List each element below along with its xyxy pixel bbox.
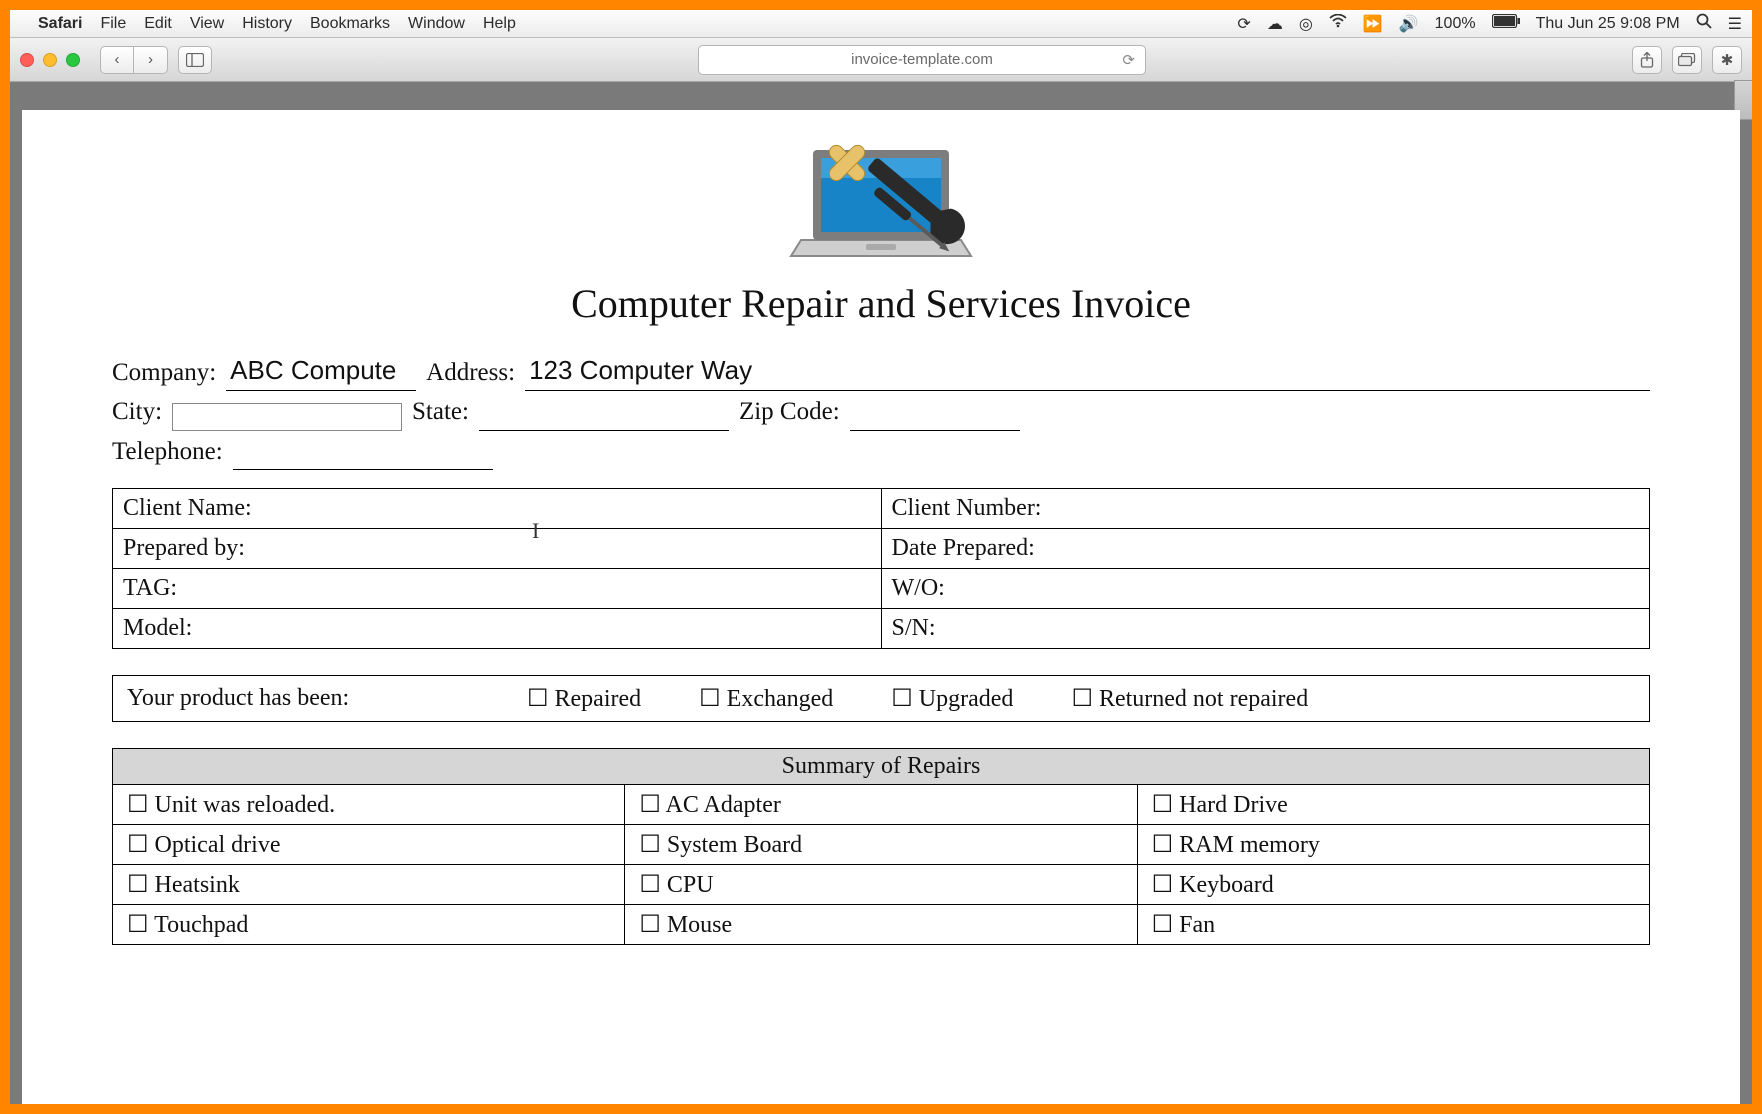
company-value[interactable]: ABC Compute [226,351,416,391]
menubar-app[interactable]: Safari [38,15,82,33]
reload-icon[interactable]: ⟳ [1122,51,1135,69]
repair-item-checkbox[interactable]: Fan [1137,905,1649,945]
zip-label: Zip Code: [739,393,840,431]
state-value[interactable] [479,405,729,431]
address-label: Address: [426,354,515,392]
target-icon[interactable]: ◎ [1299,14,1313,34]
product-status-row: Your product has been: Repaired Exchange… [112,675,1650,722]
zip-value[interactable] [850,405,1020,431]
document-page: Computer Repair and Services Invoice Com… [22,110,1740,1104]
city-input[interactable] [172,403,402,431]
cloud-icon[interactable]: ☁︎ [1267,14,1283,34]
sidebar-button[interactable] [178,46,212,74]
tag-cell[interactable]: TAG: [113,569,882,609]
share-button[interactable] [1632,46,1662,74]
menubar-item-bookmarks[interactable]: Bookmarks [310,15,390,33]
client-info-table: Client Name: Client Number: Prepared by:… [112,488,1650,649]
client-name-cell[interactable]: Client Name: [113,489,882,529]
repair-item-checkbox[interactable]: Hard Drive [1137,785,1649,825]
menubar-item-edit[interactable]: Edit [144,15,172,33]
prepared-by-cell[interactable]: Prepared by: [113,529,882,569]
repair-item-checkbox[interactable]: Heatsink [113,865,625,905]
table-row: Touchpad Mouse Fan [113,905,1650,945]
repairs-header: Summary of Repairs [113,749,1650,785]
safari-toolbar: ‹ › invoice-template.com ⟳ ✱ [10,38,1752,82]
table-row: Prepared by: Date Prepared: [113,529,1650,569]
status-repaired-checkbox[interactable]: Repaired [527,684,641,713]
close-window-button[interactable] [20,53,34,67]
date-prepared-cell[interactable]: Date Prepared: [881,529,1650,569]
repair-item-checkbox[interactable]: Optical drive [113,825,625,865]
city-label: City: [112,393,162,431]
repair-item-checkbox[interactable]: Touchpad [113,905,625,945]
menubar-item-help[interactable]: Help [483,15,516,33]
fast-forward-icon[interactable]: ⏩ [1363,14,1383,34]
table-row: Unit was reloaded. AC Adapter Hard Drive [113,785,1650,825]
status-lead: Your product has been: [127,685,527,712]
text-caret-icon: I [532,518,539,544]
sn-cell[interactable]: S/N: [881,609,1650,649]
timemachine-icon[interactable]: ⟳ [1237,14,1250,34]
doc-logo [112,132,1650,262]
address-bar[interactable]: invoice-template.com ⟳ [698,45,1146,75]
url-text: invoice-template.com [851,51,993,68]
repair-item-checkbox[interactable]: AC Adapter [625,785,1137,825]
summary-of-repairs-table: Summary of Repairs Unit was reloaded. AC… [112,748,1650,945]
battery-percent: 100% [1435,15,1476,33]
menubar-item-history[interactable]: History [242,15,292,33]
telephone-label: Telephone: [112,433,223,471]
repair-item-checkbox[interactable]: Mouse [625,905,1137,945]
status-exchanged-checkbox[interactable]: Exchanged [699,684,833,713]
table-row: Heatsink CPU Keyboard [113,865,1650,905]
mac-menubar: Safari File Edit View History Bookmarks … [10,10,1752,38]
minimize-window-button[interactable] [43,53,57,67]
notifications-icon[interactable]: ☰ [1728,14,1742,34]
wo-cell[interactable]: W/O: [881,569,1650,609]
repair-item-checkbox[interactable]: CPU [625,865,1137,905]
table-row: Model: S/N: [113,609,1650,649]
tabs-button[interactable] [1672,46,1702,74]
status-upgraded-checkbox[interactable]: Upgraded [891,684,1013,713]
company-label: Company: [112,354,216,392]
table-row: TAG: W/O: [113,569,1650,609]
forward-button[interactable]: › [134,46,168,74]
window-controls [20,53,80,67]
model-cell[interactable]: Model: [113,609,882,649]
zoom-window-button[interactable] [66,53,80,67]
repair-item-checkbox[interactable]: RAM memory [1137,825,1649,865]
battery-icon[interactable] [1492,14,1520,33]
menubar-item-file[interactable]: File [100,15,126,33]
company-header-fields: Company: ABC Compute Address: 123 Comput… [112,351,1650,470]
telephone-value[interactable] [233,444,493,470]
repair-item-checkbox[interactable]: Keyboard [1137,865,1649,905]
settings-button[interactable]: ✱ [1712,46,1742,74]
volume-icon[interactable]: 🔊 [1399,14,1419,34]
repair-item-checkbox[interactable]: Unit was reloaded. [113,785,625,825]
menubar-datetime[interactable]: Thu Jun 25 9:08 PM [1536,15,1680,33]
address-value[interactable]: 123 Computer Way [525,351,1650,391]
table-row: Client Name: Client Number: [113,489,1650,529]
menubar-item-view[interactable]: View [190,15,224,33]
state-label: State: [412,393,469,431]
doc-title: Computer Repair and Services Invoice [112,280,1650,327]
client-number-cell[interactable]: Client Number: [881,489,1650,529]
wifi-icon[interactable] [1329,14,1347,33]
back-button[interactable]: ‹ [100,46,134,74]
status-returned-checkbox[interactable]: Returned not repaired [1071,684,1308,713]
menubar-item-window[interactable]: Window [408,15,465,33]
table-row: Optical drive System Board RAM memory [113,825,1650,865]
repair-item-checkbox[interactable]: System Board [625,825,1137,865]
spotlight-icon[interactable] [1696,13,1712,34]
